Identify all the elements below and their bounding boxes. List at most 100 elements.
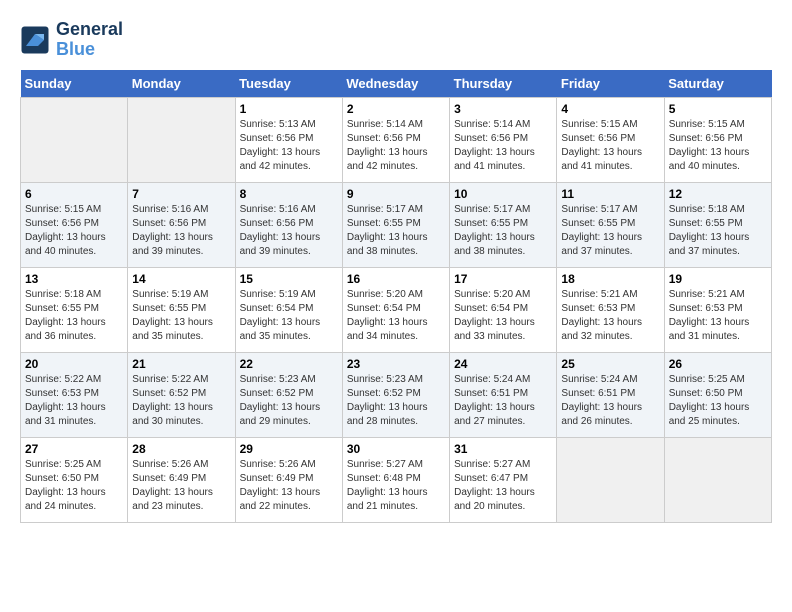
day-number: 17 [454, 272, 552, 286]
day-number: 3 [454, 102, 552, 116]
day-number: 20 [25, 357, 123, 371]
calendar-cell: 6Sunrise: 5:15 AM Sunset: 6:56 PM Daylig… [21, 182, 128, 267]
day-number: 21 [132, 357, 230, 371]
logo: General Blue [20, 20, 123, 60]
calendar-cell: 21 Sunrise: 5:22 AM Sunset: 6:52 PM Dayli… [128, 352, 235, 437]
day-number: 4 [561, 102, 659, 116]
logo-icon [20, 25, 50, 55]
calendar-cell [557, 437, 664, 522]
day-info: Sunrise: 5:22 AM Sunset: 6:52 PM Dayligh… [132, 373, 230, 429]
day-info: Sunrise: 5:19 AM Sunset: 6:55 PM Dayligh… [132, 288, 230, 344]
day-number: 11 [561, 187, 659, 201]
calendar-cell: 27Sunrise: 5:25 AM Sunset: 6:50 PM Dayli… [21, 437, 128, 522]
day-number: 31 [454, 442, 552, 456]
day-number: 26 [669, 357, 767, 371]
day-info: Sunrise: 5:17 AM Sunset: 6:55 PM Dayligh… [347, 203, 445, 259]
day-info: Sunrise: 5:15 AM Sunset: 6:56 PM Dayligh… [669, 118, 767, 174]
calendar-cell: 4 Sunrise: 5:15 AM Sunset: 6:56 PM Daylig… [557, 97, 664, 182]
day-number: 1 [240, 102, 338, 116]
calendar-cell: 11 Sunrise: 5:17 AM Sunset: 6:55 PM Dayli… [557, 182, 664, 267]
day-number: 28 [132, 442, 230, 456]
calendar-cell: 15Sunrise: 5:19 AM Sunset: 6:54 PM Dayli… [235, 267, 342, 352]
calendar-cell: 31 Sunrise: 5:27 AM Sunset: 6:47 PM Dayli… [450, 437, 557, 522]
day-number: 24 [454, 357, 552, 371]
day-info: Sunrise: 5:14 AM Sunset: 6:56 PM Dayligh… [454, 118, 552, 174]
day-info: Sunrise: 5:15 AM Sunset: 6:56 PM Dayligh… [561, 118, 659, 174]
calendar-cell: 30 Sunrise: 5:27 AM Sunset: 6:48 PM Dayli… [342, 437, 449, 522]
day-number: 27 [25, 442, 123, 456]
calendar-table: SundayMondayTuesdayWednesdayThursdayFrid… [20, 70, 772, 523]
day-info: Sunrise: 5:26 AM Sunset: 6:49 PM Dayligh… [132, 458, 230, 514]
calendar-cell: 3 Sunrise: 5:14 AM Sunset: 6:56 PM Daylig… [450, 97, 557, 182]
calendar-week-row: 27Sunrise: 5:25 AM Sunset: 6:50 PM Dayli… [21, 437, 772, 522]
calendar-cell [128, 97, 235, 182]
day-number: 13 [25, 272, 123, 286]
calendar-cell: 14Sunrise: 5:19 AM Sunset: 6:55 PM Dayli… [128, 267, 235, 352]
day-info: Sunrise: 5:23 AM Sunset: 6:52 PM Dayligh… [347, 373, 445, 429]
day-number: 15 [240, 272, 338, 286]
day-info: Sunrise: 5:20 AM Sunset: 6:54 PM Dayligh… [454, 288, 552, 344]
calendar-cell: 24Sunrise: 5:24 AM Sunset: 6:51 PM Dayli… [450, 352, 557, 437]
day-number: 6 [25, 187, 123, 201]
calendar-cell: 1 Sunrise: 5:13 AM Sunset: 6:56 PM Daylig… [235, 97, 342, 182]
calendar-cell: 17 Sunrise: 5:20 AM Sunset: 6:54 PM Dayli… [450, 267, 557, 352]
calendar-cell: 5 Sunrise: 5:15 AM Sunset: 6:56 PM Daylig… [664, 97, 771, 182]
logo-text: General Blue [56, 20, 123, 60]
calendar-week-row: 1 Sunrise: 5:13 AM Sunset: 6:56 PM Daylig… [21, 97, 772, 182]
day-info: Sunrise: 5:21 AM Sunset: 6:53 PM Dayligh… [669, 288, 767, 344]
day-number: 23 [347, 357, 445, 371]
calendar-cell: 19 Sunrise: 5:21 AM Sunset: 6:53 PM Dayli… [664, 267, 771, 352]
calendar-day-header: Monday [128, 70, 235, 98]
day-info: Sunrise: 5:14 AM Sunset: 6:56 PM Dayligh… [347, 118, 445, 174]
day-info: Sunrise: 5:17 AM Sunset: 6:55 PM Dayligh… [454, 203, 552, 259]
calendar-cell [664, 437, 771, 522]
calendar-cell: 20Sunrise: 5:22 AM Sunset: 6:53 PM Dayli… [21, 352, 128, 437]
calendar-cell: 22Sunrise: 5:23 AM Sunset: 6:52 PM Dayli… [235, 352, 342, 437]
calendar-day-header: Saturday [664, 70, 771, 98]
calendar-week-row: 6Sunrise: 5:15 AM Sunset: 6:56 PM Daylig… [21, 182, 772, 267]
day-number: 30 [347, 442, 445, 456]
page-header: General Blue [20, 20, 772, 60]
calendar-header-row: SundayMondayTuesdayWednesdayThursdayFrid… [21, 70, 772, 98]
calendar-cell: 25 Sunrise: 5:24 AM Sunset: 6:51 PM Dayli… [557, 352, 664, 437]
calendar-day-header: Sunday [21, 70, 128, 98]
calendar-cell: 13 Sunrise: 5:18 AM Sunset: 6:55 PM Dayli… [21, 267, 128, 352]
calendar-cell [21, 97, 128, 182]
day-info: Sunrise: 5:27 AM Sunset: 6:47 PM Dayligh… [454, 458, 552, 514]
day-info: Sunrise: 5:18 AM Sunset: 6:55 PM Dayligh… [669, 203, 767, 259]
day-info: Sunrise: 5:27 AM Sunset: 6:48 PM Dayligh… [347, 458, 445, 514]
calendar-cell: 12Sunrise: 5:18 AM Sunset: 6:55 PM Dayli… [664, 182, 771, 267]
day-info: Sunrise: 5:26 AM Sunset: 6:49 PM Dayligh… [240, 458, 338, 514]
calendar-cell: 29 Sunrise: 5:26 AM Sunset: 6:49 PM Dayli… [235, 437, 342, 522]
day-info: Sunrise: 5:21 AM Sunset: 6:53 PM Dayligh… [561, 288, 659, 344]
calendar-cell: 10Sunrise: 5:17 AM Sunset: 6:55 PM Dayli… [450, 182, 557, 267]
calendar-day-header: Friday [557, 70, 664, 98]
day-info: Sunrise: 5:13 AM Sunset: 6:56 PM Dayligh… [240, 118, 338, 174]
day-info: Sunrise: 5:20 AM Sunset: 6:54 PM Dayligh… [347, 288, 445, 344]
day-number: 5 [669, 102, 767, 116]
calendar-cell: 7Sunrise: 5:16 AM Sunset: 6:56 PM Daylig… [128, 182, 235, 267]
calendar-cell: 16 Sunrise: 5:20 AM Sunset: 6:54 PM Dayli… [342, 267, 449, 352]
calendar-week-row: 20Sunrise: 5:22 AM Sunset: 6:53 PM Dayli… [21, 352, 772, 437]
day-number: 16 [347, 272, 445, 286]
calendar-cell: 23 Sunrise: 5:23 AM Sunset: 6:52 PM Dayli… [342, 352, 449, 437]
day-number: 29 [240, 442, 338, 456]
day-number: 8 [240, 187, 338, 201]
day-number: 9 [347, 187, 445, 201]
calendar-cell: 9 Sunrise: 5:17 AM Sunset: 6:55 PM Daylig… [342, 182, 449, 267]
day-info: Sunrise: 5:25 AM Sunset: 6:50 PM Dayligh… [669, 373, 767, 429]
calendar-cell: 26 Sunrise: 5:25 AM Sunset: 6:50 PM Dayli… [664, 352, 771, 437]
calendar-week-row: 13 Sunrise: 5:18 AM Sunset: 6:55 PM Dayli… [21, 267, 772, 352]
calendar-cell: 2Sunrise: 5:14 AM Sunset: 6:56 PM Daylig… [342, 97, 449, 182]
day-info: Sunrise: 5:17 AM Sunset: 6:55 PM Dayligh… [561, 203, 659, 259]
calendar-cell: 8 Sunrise: 5:16 AM Sunset: 6:56 PM Daylig… [235, 182, 342, 267]
day-number: 22 [240, 357, 338, 371]
day-info: Sunrise: 5:24 AM Sunset: 6:51 PM Dayligh… [561, 373, 659, 429]
day-number: 25 [561, 357, 659, 371]
day-number: 18 [561, 272, 659, 286]
day-number: 7 [132, 187, 230, 201]
day-number: 19 [669, 272, 767, 286]
day-info: Sunrise: 5:16 AM Sunset: 6:56 PM Dayligh… [240, 203, 338, 259]
day-info: Sunrise: 5:18 AM Sunset: 6:55 PM Dayligh… [25, 288, 123, 344]
calendar-day-header: Tuesday [235, 70, 342, 98]
